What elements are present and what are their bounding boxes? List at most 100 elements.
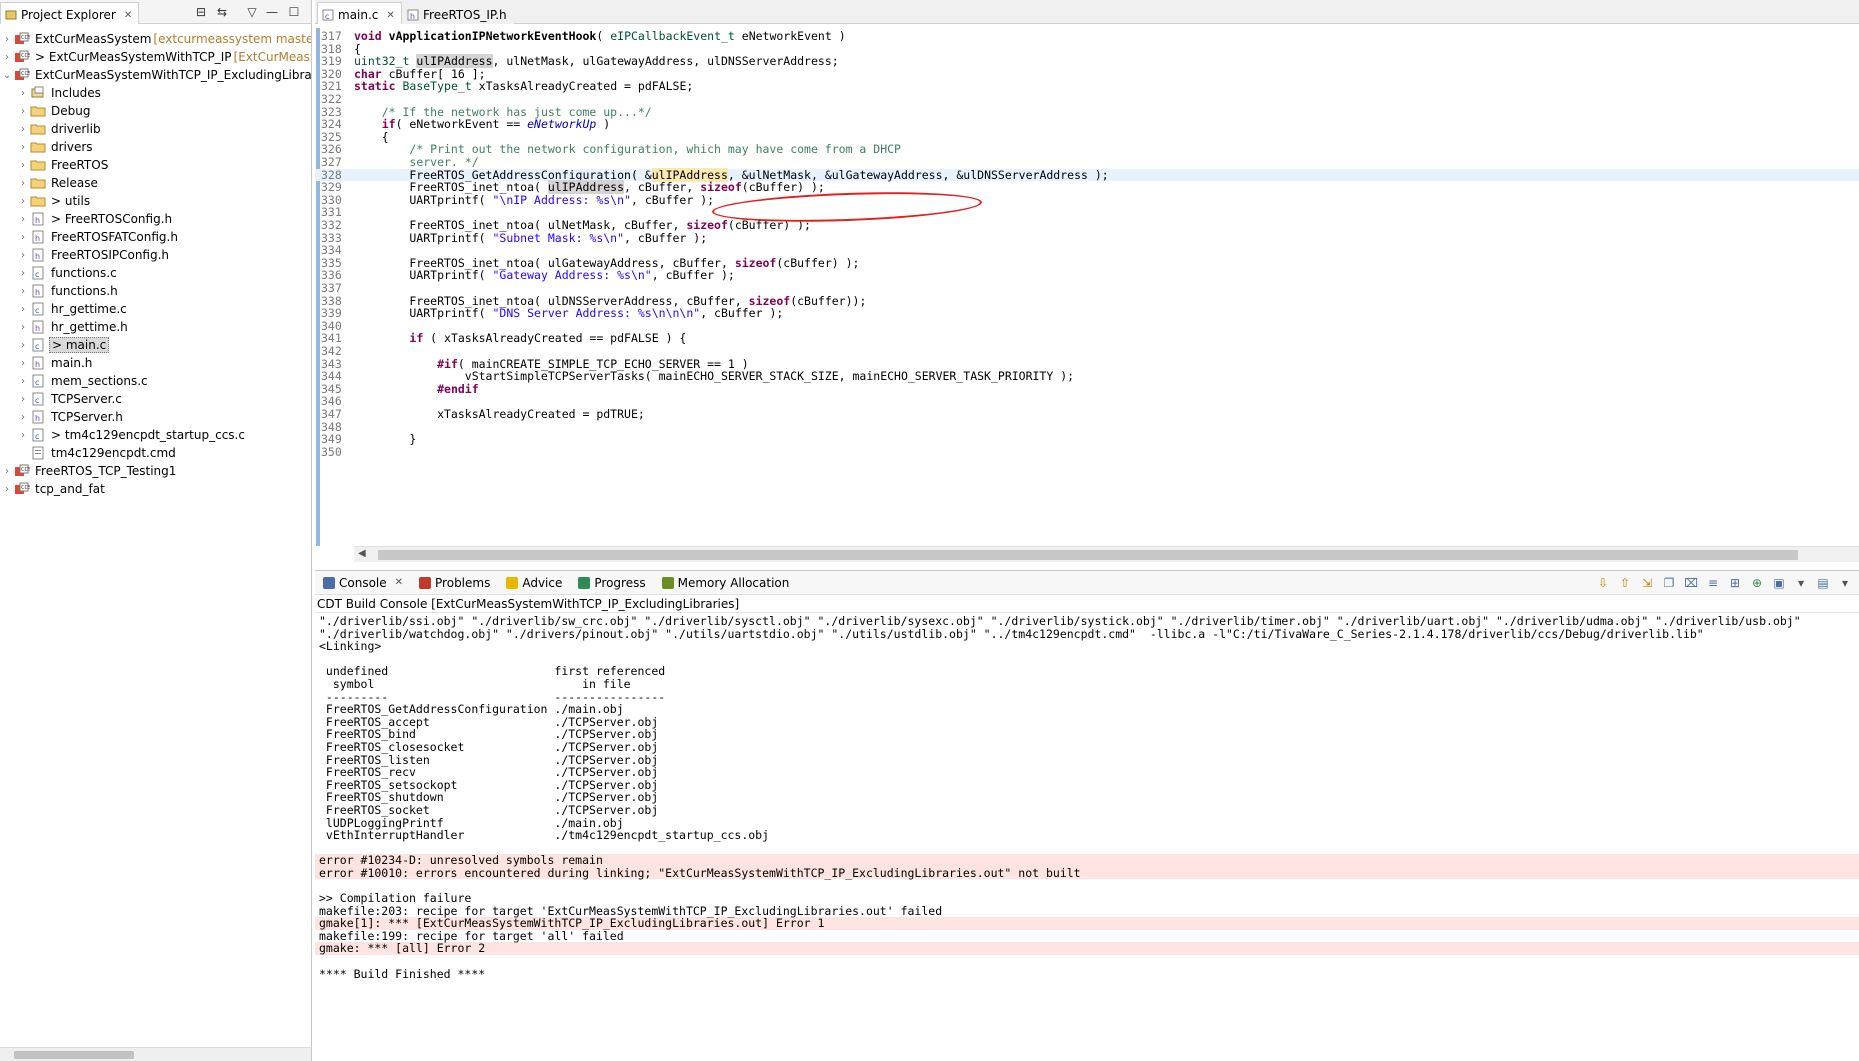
chevron-right-icon[interactable]: ›: [18, 142, 28, 153]
chevron-down-icon[interactable]: ▾: [1793, 575, 1809, 591]
scroll-left-icon[interactable]: ◀: [358, 548, 366, 559]
tree-item[interactable]: › driverlib: [0, 120, 311, 138]
code-line[interactable]: 326 /* Print out the network configurati…: [315, 143, 1859, 156]
tab-project-explorer[interactable]: Project Explorer ✕: [0, 2, 140, 24]
scrollbar-thumb[interactable]: [14, 1051, 134, 1059]
chevron-right-icon[interactable]: ›: [18, 340, 28, 351]
code-line[interactable]: 324 if( eNetworkEvent == eNetworkUp ): [315, 118, 1859, 131]
code-line[interactable]: 349 }: [315, 433, 1859, 446]
tree-item[interactable]: › c hr_gettime.c: [0, 300, 311, 318]
tab-memory-allocation[interactable]: Memory Allocation: [661, 576, 789, 590]
code-line[interactable]: 345 #endif: [315, 382, 1859, 396]
chevron-right-icon[interactable]: ›: [18, 376, 28, 387]
chevron-right-icon[interactable]: ›: [2, 466, 12, 477]
word-wrap-icon[interactable]: ≡: [1705, 575, 1721, 591]
tab-progress[interactable]: Progress: [578, 576, 646, 590]
code-line[interactable]: 350: [315, 446, 1859, 459]
chevron-right-icon[interactable]: ›: [18, 178, 28, 189]
chevron-right-icon[interactable]: ›: [18, 196, 28, 207]
tab-main-c[interactable]: c main.c ✕: [317, 2, 402, 24]
tree-item[interactable]: › CCS > ExtCurMeasSystemWithTCP_IP [ExtCur…: [0, 48, 311, 66]
code-line[interactable]: 337: [315, 282, 1859, 295]
chevron-right-icon[interactable]: ›: [18, 214, 28, 225]
tree-item[interactable]: › h > FreeRTOSConfig.h: [0, 210, 311, 228]
chevron-right-icon[interactable]: ›: [18, 124, 28, 135]
tree-item[interactable]: › c > tm4c129encpdt_startup_ccs.c: [0, 426, 311, 444]
tree-item[interactable]: › Debug: [0, 102, 311, 120]
tree-item[interactable]: › h FreeRTOSIPConfig.h: [0, 246, 311, 264]
chevron-right-icon[interactable]: ›: [18, 268, 28, 279]
explorer-horizontal-scrollbar[interactable]: [0, 1047, 311, 1061]
chevron-right-icon[interactable]: ›: [18, 106, 28, 117]
code-line[interactable]: 317 void vApplicationIPNetworkEventHook( …: [315, 30, 1859, 43]
chevron-down-icon[interactable]: ⌄: [2, 70, 12, 81]
tree-item[interactable]: › Includes: [0, 84, 311, 102]
tree-item[interactable]: › drivers: [0, 138, 311, 156]
chevron-right-icon[interactable]: ›: [18, 394, 28, 405]
tree-item[interactable]: › Release: [0, 174, 311, 192]
chevron-right-icon[interactable]: ›: [18, 304, 28, 315]
code-line[interactable]: 342: [315, 345, 1859, 358]
tree-item[interactable]: › CCS tcp_and_fat: [0, 480, 311, 498]
tree-item[interactable]: › h hr_gettime.h: [0, 318, 311, 336]
close-icon[interactable]: ✕: [386, 10, 394, 21]
collapse-all-icon[interactable]: ⊟: [193, 5, 209, 19]
tree-item[interactable]: tm4c129encpdt.cmd: [0, 444, 311, 462]
chevron-right-icon[interactable]: ›: [18, 412, 28, 423]
code-line[interactable]: 334: [315, 244, 1859, 257]
tab-problems[interactable]: Problems: [419, 576, 490, 590]
maximize-icon[interactable]: ☐: [286, 5, 302, 19]
tree-item[interactable]: › CCS ExtCurMeasSystem [extcurmeassystem m…: [0, 30, 311, 48]
chevron-right-icon[interactable]: ›: [18, 358, 28, 369]
editor-horizontal-scrollbar[interactable]: ◀: [354, 546, 1859, 562]
code-line[interactable]: 330 UARTprintf( "\nIP Address: %s\n", cB…: [315, 193, 1859, 207]
code-line[interactable]: 321 static BaseType_t xTasksAlreadyCreate…: [315, 80, 1859, 93]
scroll-lock-icon[interactable]: ⇲: [1639, 575, 1655, 591]
tree-item[interactable]: › FreeRTOS: [0, 156, 311, 174]
pin-console-icon[interactable]: ⊞: [1727, 575, 1743, 591]
tree-item[interactable]: › c mem_sections.c: [0, 372, 311, 390]
code-line[interactable]: 319 uint32_t ulIPAddress, ulNetMask, ulGa…: [315, 54, 1859, 69]
tree-item[interactable]: › h main.h: [0, 354, 311, 372]
new-console-icon[interactable]: ▤: [1815, 575, 1831, 591]
scrollbar-thumb[interactable]: [378, 550, 1798, 560]
chevron-right-icon[interactable]: ›: [2, 484, 12, 495]
tab-console[interactable]: Console ✕: [323, 576, 403, 590]
view-menu-icon[interactable]: ▽: [244, 5, 260, 19]
chevron-right-icon[interactable]: ›: [18, 322, 28, 333]
chevron-right-icon[interactable]: ›: [18, 286, 28, 297]
link-with-editor-icon[interactable]: ⇆: [214, 5, 230, 19]
clear-console-icon[interactable]: ⌧: [1683, 575, 1699, 591]
console-output[interactable]: "./driverlib/ssi.obj" "./driverlib/sw_cr…: [315, 615, 1859, 1061]
code-line[interactable]: 348: [315, 420, 1859, 434]
copy-icon[interactable]: ❐: [1661, 575, 1677, 591]
chevron-right-icon[interactable]: ›: [18, 160, 28, 171]
chevron-right-icon[interactable]: ›: [2, 52, 12, 63]
previous-error-icon[interactable]: ⇧: [1617, 575, 1633, 591]
tree-item[interactable]: › CCS FreeRTOS_TCP_Testing1: [0, 462, 311, 480]
code-line[interactable]: 341 if ( xTasksAlreadyCreated == pdFALSE…: [315, 332, 1859, 345]
chevron-right-icon[interactable]: ›: [18, 430, 28, 441]
code-area[interactable]: 317 void vApplicationIPNetworkEventHook( …: [315, 28, 1859, 546]
tree-item[interactable]: ⌄ CCS ExtCurMeasSystemWithTCP_IP_Excluding…: [0, 66, 311, 84]
chevron-right-icon[interactable]: ›: [18, 232, 28, 243]
open-console-icon[interactable]: ⊕: [1749, 575, 1765, 591]
chevron-right-icon[interactable]: ›: [18, 250, 28, 261]
display-console-icon[interactable]: ▣: [1771, 575, 1787, 591]
code-line[interactable]: 336 UARTprintf( "Gateway Address: %s\n",…: [315, 269, 1859, 282]
code-line[interactable]: 339 UARTprintf( "DNS Server Address: %s\…: [315, 307, 1859, 320]
tree-item[interactable]: › c > main.c: [0, 336, 311, 354]
minimize-icon[interactable]: —: [264, 5, 280, 19]
tree-item[interactable]: › > utils: [0, 192, 311, 210]
chevron-down-icon[interactable]: ▾: [1837, 575, 1853, 591]
code-line[interactable]: 347 xTasksAlreadyCreated = pdTRUE;: [315, 408, 1859, 421]
chevron-right-icon[interactable]: ›: [18, 88, 28, 99]
code-line[interactable]: 344 vStartSimpleTCPServerTasks( mainECHO…: [315, 370, 1859, 383]
code-line[interactable]: 327 server. */: [315, 156, 1859, 169]
tree-item[interactable]: › c TCPServer.c: [0, 390, 311, 408]
chevron-right-icon[interactable]: ›: [2, 34, 12, 45]
tree-item[interactable]: › c functions.c: [0, 264, 311, 282]
tab-advice[interactable]: Advice: [506, 576, 562, 590]
tree-item[interactable]: › h FreeRTOSFATConfig.h: [0, 228, 311, 246]
next-error-icon[interactable]: ⇩: [1595, 575, 1611, 591]
